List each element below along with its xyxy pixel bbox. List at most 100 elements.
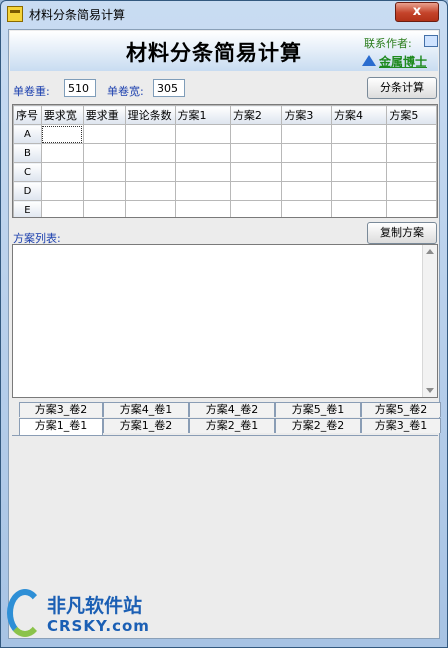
grid-cell[interactable] <box>40 181 84 201</box>
scroll-up-icon[interactable] <box>426 249 434 254</box>
grid-cell[interactable] <box>174 162 231 182</box>
watermark-swirl-icon <box>7 589 43 637</box>
client-area: 材料分条简易计算 联系作者: 金属博士 单卷重: 单卷宽: 分条计算 <box>8 29 441 639</box>
grid-cell[interactable] <box>174 200 231 217</box>
row-header-d[interactable]: D <box>13 181 42 201</box>
close-button[interactable]: x <box>395 2 439 22</box>
watermark-cn-text: 非凡软件站 <box>47 595 143 617</box>
tab-plan1-roll2[interactable]: 方案1_卷2 <box>103 418 189 433</box>
col-header-plan3[interactable]: 方案3 <box>281 105 332 125</box>
weight-label: 单卷重: <box>13 85 50 98</box>
width-label: 单卷宽: <box>107 85 144 98</box>
page-title: 材料分条简易计算 <box>126 41 302 65</box>
grid-cell[interactable] <box>229 124 283 144</box>
contact-icon[interactable] <box>424 35 438 47</box>
grid-table: 序号 要求宽 要求重 理论条数 方案1 方案2 方案3 方案4 方案5 A B … <box>13 105 437 217</box>
app-icon <box>7 6 23 22</box>
grid-cell[interactable] <box>229 143 283 163</box>
grid-cell[interactable] <box>281 162 332 182</box>
watermark-en-text: CRSKY.com <box>47 617 150 635</box>
title-bar[interactable]: 材料分条简易计算 x <box>1 1 447 27</box>
grid-cell[interactable] <box>124 200 176 217</box>
brand-link-text: 金属博士 <box>379 55 428 69</box>
grid-cell[interactable] <box>281 143 332 163</box>
grid-cell[interactable] <box>330 162 388 182</box>
table-row: E <box>13 200 437 217</box>
grid-cell[interactable] <box>174 124 231 144</box>
table-row: C <box>13 162 437 182</box>
width-input[interactable] <box>153 79 185 97</box>
tab-plan4-roll2[interactable]: 方案4_卷2 <box>189 402 275 417</box>
contact-author-label: 联系作者: <box>364 37 412 50</box>
weight-input[interactable] <box>64 79 96 97</box>
grid-cell[interactable] <box>330 181 388 201</box>
grid-cell[interactable] <box>82 124 126 144</box>
tab-plan1-roll1[interactable]: 方案1_卷1 <box>19 418 103 435</box>
grid-cell[interactable] <box>386 200 437 217</box>
grid-cell[interactable] <box>229 181 283 201</box>
grid-cell[interactable] <box>229 200 283 217</box>
brand-logo-icon <box>362 55 376 66</box>
grid-cell[interactable] <box>82 181 126 201</box>
tab-plan3-roll2[interactable]: 方案3_卷2 <box>19 402 103 417</box>
grid-cell[interactable] <box>82 200 126 217</box>
brand-link[interactable]: 金属博士 <box>362 53 427 70</box>
window-title: 材料分条简易计算 <box>29 8 126 22</box>
header-band: 材料分条简易计算 联系作者: 金属博士 <box>10 31 438 71</box>
col-header-plan2[interactable]: 方案2 <box>229 105 283 125</box>
table-row: B <box>13 143 437 163</box>
grid-cell[interactable] <box>174 143 231 163</box>
tab-plan2-roll2[interactable]: 方案2_卷2 <box>275 418 361 433</box>
grid-cell[interactable] <box>174 181 231 201</box>
grid-cell[interactable] <box>124 143 176 163</box>
tab-row-front: 方案1_卷1 方案1_卷2 方案2_卷1 方案2_卷2 方案3_卷1 <box>13 418 441 435</box>
row-header-b[interactable]: B <box>13 143 42 163</box>
plan-list-textarea[interactable] <box>12 244 438 398</box>
grid-cell[interactable] <box>40 200 84 217</box>
input-grid: 序号 要求宽 要求重 理论条数 方案1 方案2 方案3 方案4 方案5 A B … <box>12 104 438 218</box>
row-header-a[interactable]: A <box>13 124 42 144</box>
tab-plan2-roll1[interactable]: 方案2_卷1 <box>189 418 275 433</box>
grid-cell[interactable] <box>386 181 437 201</box>
grid-cell[interactable] <box>124 162 176 182</box>
grid-cell[interactable] <box>82 143 126 163</box>
col-header-plan1[interactable]: 方案1 <box>174 105 231 125</box>
tab-row-back: 方案3_卷2 方案4_卷1 方案4_卷2 方案5_卷1 方案5_卷2 <box>13 402 441 418</box>
grid-cell[interactable] <box>386 143 437 163</box>
grid-cell[interactable] <box>124 124 176 144</box>
grid-cell[interactable] <box>281 124 332 144</box>
grid-cell[interactable] <box>330 143 388 163</box>
grid-cell[interactable] <box>82 162 126 182</box>
table-row: D <box>13 181 437 201</box>
grid-cell[interactable] <box>386 124 437 144</box>
col-header-index[interactable]: 序号 <box>13 105 42 125</box>
tab-plan3-roll1[interactable]: 方案3_卷1 <box>361 418 441 433</box>
tab-plan5-roll1[interactable]: 方案5_卷1 <box>275 402 361 417</box>
app-window: 材料分条简易计算 x 材料分条简易计算 联系作者: 金属博士 单卷重: 单卷宽:… <box>0 0 448 648</box>
grid-cell[interactable] <box>229 162 283 182</box>
calc-button[interactable]: 分条计算 <box>367 77 437 99</box>
col-header-plan4[interactable]: 方案4 <box>330 105 388 125</box>
scroll-down-icon[interactable] <box>426 388 434 393</box>
grid-cell[interactable] <box>40 143 84 163</box>
col-header-plan5[interactable]: 方案5 <box>386 105 437 125</box>
grid-cell[interactable] <box>40 124 84 144</box>
grid-cell[interactable] <box>281 181 332 201</box>
tab-plan5-roll2[interactable]: 方案5_卷2 <box>361 402 441 417</box>
grid-cell[interactable] <box>330 124 388 144</box>
tab-plan4-roll1[interactable]: 方案4_卷1 <box>103 402 189 417</box>
grid-cell[interactable] <box>40 162 84 182</box>
vertical-scrollbar[interactable] <box>422 245 437 397</box>
copy-plan-button[interactable]: 复制方案 <box>367 222 437 244</box>
grid-cell[interactable] <box>386 162 437 182</box>
row-header-c[interactable]: C <box>13 162 42 182</box>
col-header-theory-strips[interactable]: 理论条数 <box>124 105 176 125</box>
row-header-e[interactable]: E <box>13 200 42 217</box>
col-header-req-weight[interactable]: 要求重 <box>82 105 126 125</box>
grid-cell[interactable] <box>281 200 332 217</box>
col-header-req-width[interactable]: 要求宽 <box>40 105 84 125</box>
grid-cell[interactable] <box>124 181 176 201</box>
grid-cell[interactable] <box>330 200 388 217</box>
table-row: A <box>13 124 437 144</box>
grid-header-row: 序号 要求宽 要求重 理论条数 方案1 方案2 方案3 方案4 方案5 <box>13 105 437 125</box>
